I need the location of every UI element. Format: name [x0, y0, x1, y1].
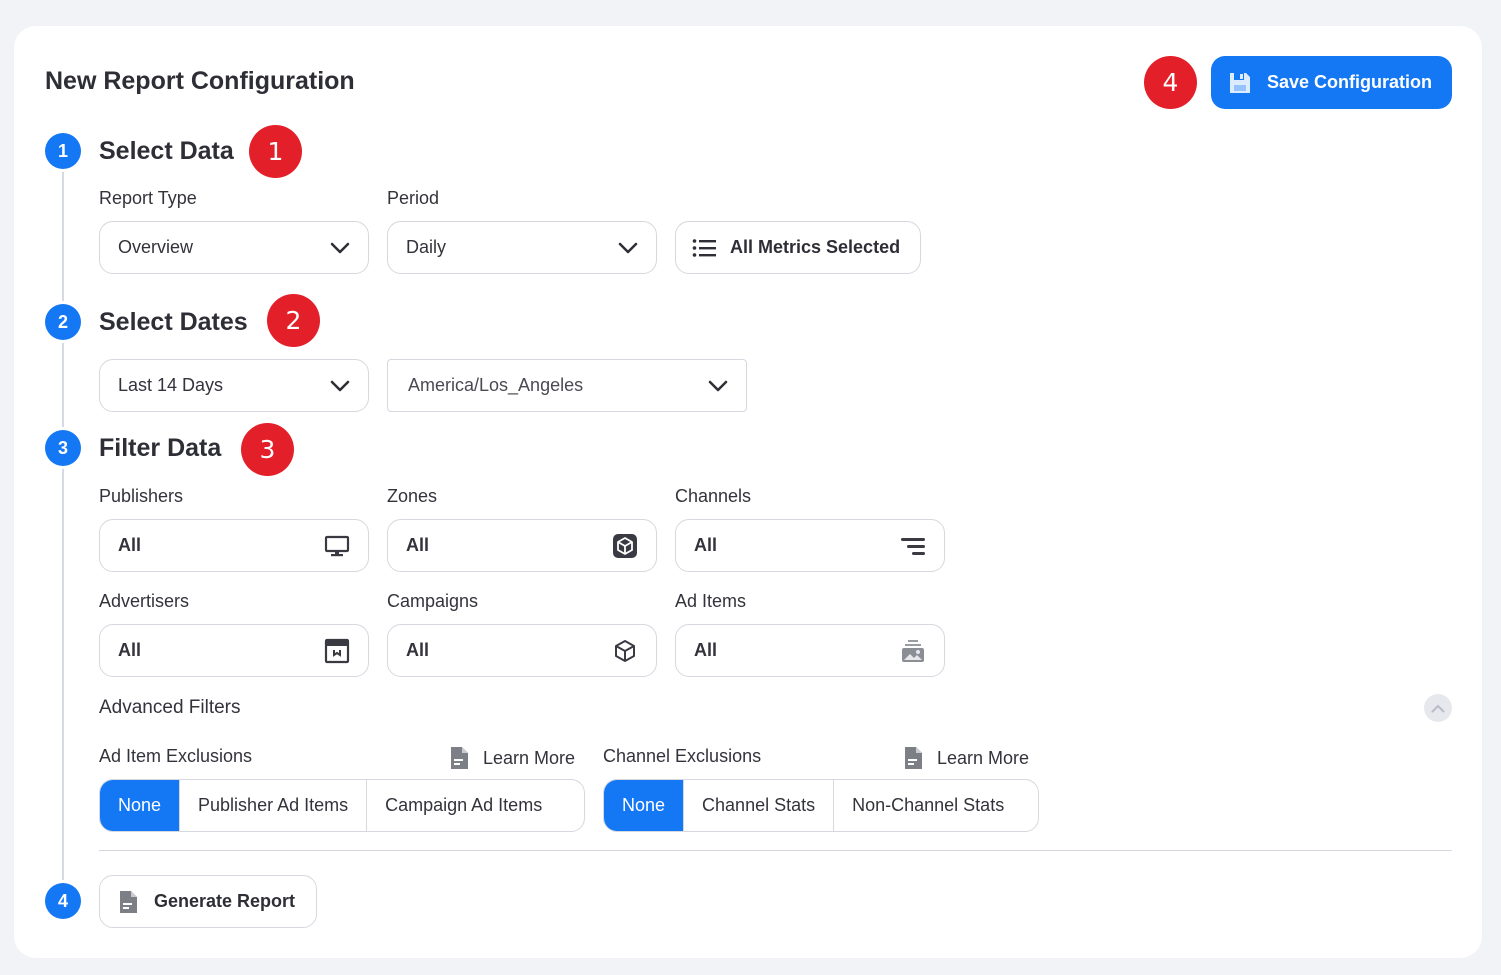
channel-exclusions-label: Channel Exclusions	[603, 746, 762, 766]
annotation-badge-4: 4	[1144, 56, 1197, 109]
report-type-value: Overview	[118, 237, 194, 257]
channel-exclusion-option-non-channel-stats[interactable]: Non-Channel Stats	[833, 780, 1022, 831]
advertisers-filter[interactable]: All	[99, 624, 369, 677]
save-icon	[1227, 70, 1253, 96]
ad-item-exclusions-segmented: None Publisher Ad Items Campaign Ad Item…	[99, 779, 585, 832]
publishers-label: Publishers	[99, 486, 184, 506]
channels-value: All	[694, 535, 718, 555]
generate-report-label: Generate Report	[154, 891, 296, 911]
metrics-selector-button[interactable]: All Metrics Selected	[675, 221, 921, 274]
advanced-filters-title: Advanced Filters	[99, 697, 241, 718]
section-title-select-dates: Select Dates	[99, 308, 248, 336]
learn-more-label: Learn More	[483, 747, 576, 768]
cube-filled-icon	[612, 533, 638, 559]
ad-items-label: Ad Items	[675, 591, 747, 611]
report-type-select[interactable]: Overview	[99, 221, 369, 274]
publishers-filter[interactable]: All	[99, 519, 369, 572]
ad-item-exclusion-option-campaign[interactable]: Campaign Ad Items	[366, 780, 560, 831]
cube-outline-icon	[612, 638, 638, 664]
channel-exclusions-learn-more[interactable]: Learn More	[903, 746, 1029, 770]
ad-items-filter[interactable]: All	[675, 624, 945, 677]
list-icon	[692, 238, 716, 258]
report-type-label: Report Type	[99, 188, 197, 208]
channels-icon	[900, 535, 926, 557]
save-configuration-button[interactable]: Save Configuration	[1211, 56, 1452, 109]
advanced-filters-toggle[interactable]	[1424, 694, 1452, 722]
step-number-4: 4	[45, 883, 81, 919]
chevron-down-icon	[330, 380, 350, 392]
ad-items-value: All	[694, 640, 718, 660]
metrics-selector-label: All Metrics Selected	[730, 237, 901, 257]
period-select[interactable]: Daily	[387, 221, 657, 274]
annotation-badge-3: 3	[241, 423, 294, 476]
advertisers-label: Advertisers	[99, 591, 190, 611]
chevron-down-icon	[708, 380, 728, 392]
channel-exclusion-option-none[interactable]: None	[604, 780, 684, 831]
timezone-value: America/Los_Angeles	[408, 375, 584, 395]
document-icon	[903, 746, 923, 770]
date-range-select[interactable]: Last 14 Days	[99, 359, 369, 412]
chevron-down-icon	[330, 242, 350, 254]
ad-item-exclusions-label: Ad Item Exclusions	[99, 746, 253, 766]
zones-label: Zones	[387, 486, 438, 506]
page-title: New Report Configuration	[45, 67, 355, 95]
ad-item-exclusions-learn-more[interactable]: Learn More	[449, 746, 575, 770]
campaigns-filter[interactable]: All	[387, 624, 657, 677]
ad-item-exclusion-option-publisher[interactable]: Publisher Ad Items	[179, 780, 366, 831]
section-title-filter-data: Filter Data	[99, 434, 222, 462]
channel-exclusions-segmented: None Channel Stats Non-Channel Stats	[603, 779, 1039, 832]
save-configuration-label: Save Configuration	[1267, 72, 1433, 92]
zones-value: All	[406, 535, 430, 555]
timezone-select[interactable]: America/Los_Angeles	[387, 359, 747, 412]
campaigns-label: Campaigns	[387, 591, 479, 611]
step-number-2: 2	[45, 304, 81, 340]
period-value: Daily	[406, 237, 447, 257]
publishers-value: All	[118, 535, 142, 555]
chevron-up-icon	[1431, 704, 1445, 713]
step-number-3: 3	[45, 430, 81, 466]
document-icon	[118, 890, 138, 914]
timeline-line	[62, 151, 64, 901]
image-stack-icon	[900, 638, 926, 664]
section-divider	[99, 850, 1452, 851]
channels-filter[interactable]: All	[675, 519, 945, 572]
storefront-icon	[324, 638, 350, 664]
document-icon	[449, 746, 469, 770]
generate-report-button[interactable]: Generate Report	[99, 875, 317, 928]
report-config-card: New Report Configuration 4 Save Configur…	[14, 26, 1482, 958]
advertisers-value: All	[118, 640, 142, 660]
ad-item-exclusion-option-none[interactable]: None	[100, 780, 180, 831]
annotation-badge-2: 2	[267, 294, 320, 347]
channel-exclusion-option-channel-stats[interactable]: Channel Stats	[683, 780, 833, 831]
channels-label: Channels	[675, 486, 752, 506]
step-number-1: 1	[45, 133, 81, 169]
period-label: Period	[387, 188, 440, 208]
annotation-badge-1: 1	[249, 125, 302, 178]
campaigns-value: All	[406, 640, 430, 660]
section-title-select-data: Select Data	[99, 137, 234, 165]
zones-filter[interactable]: All	[387, 519, 657, 572]
chevron-down-icon	[618, 242, 638, 254]
monitor-icon	[324, 535, 350, 557]
date-range-value: Last 14 Days	[118, 375, 224, 395]
learn-more-label: Learn More	[937, 747, 1030, 768]
